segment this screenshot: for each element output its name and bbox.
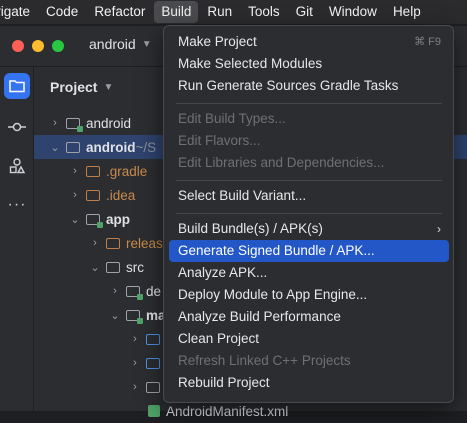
chevron-right-icon: › bbox=[73, 189, 77, 201]
folder-icon bbox=[86, 165, 100, 177]
build-menu-dropdown: Make Project ⌘ F9 Make Selected Modules … bbox=[163, 25, 454, 403]
menu-item-edit-build-types: Edit Build Types... bbox=[178, 111, 286, 126]
more-tools-button[interactable]: ··· bbox=[4, 192, 30, 218]
chevron-right-icon: › bbox=[133, 357, 137, 369]
menu-navigate[interactable]: vigate bbox=[0, 1, 37, 23]
menu-git[interactable]: Git bbox=[289, 1, 320, 23]
chevron-right-icon: › bbox=[93, 237, 97, 249]
minimize-window-button[interactable] bbox=[32, 40, 44, 52]
chevron-down-icon: ⌄ bbox=[50, 141, 60, 154]
menu-run[interactable]: Run bbox=[200, 1, 239, 23]
menu-help[interactable]: Help bbox=[386, 1, 428, 23]
menu-item-make-selected-modules[interactable]: Make Selected Modules bbox=[169, 53, 449, 75]
chevron-right-icon: › bbox=[113, 285, 117, 297]
ellipsis-icon: ··· bbox=[7, 196, 27, 213]
menu-item-make-project[interactable]: Make Project ⌘ F9 bbox=[169, 31, 449, 53]
chevron-down-icon: ⌄ bbox=[90, 261, 100, 274]
menu-build[interactable]: Build bbox=[154, 1, 199, 23]
menu-item-edit-flavors: Edit Flavors... bbox=[178, 133, 261, 148]
folder-icon bbox=[106, 261, 120, 273]
resource-manager-button[interactable] bbox=[4, 153, 30, 179]
close-window-button[interactable] bbox=[12, 40, 24, 52]
menu-item-refresh-cpp-projects: Refresh Linked C++ Projects bbox=[178, 353, 351, 368]
folder-icon bbox=[126, 285, 143, 300]
project-panel-header[interactable]: Project ▼ bbox=[50, 79, 113, 95]
chevron-down-icon: ▼ bbox=[103, 81, 114, 93]
folder-icon bbox=[146, 357, 160, 369]
tool-window-strip: ··· bbox=[0, 67, 34, 411]
menu-code[interactable]: Code bbox=[39, 1, 85, 23]
menu-item-deploy-to-app-engine[interactable]: Deploy Module to App Engine... bbox=[169, 284, 449, 306]
folder-icon bbox=[106, 237, 120, 249]
project-switcher[interactable]: android ▼ bbox=[89, 36, 152, 52]
zoom-window-button[interactable] bbox=[52, 40, 64, 52]
menu-tools[interactable]: Tools bbox=[241, 1, 287, 23]
shapes-icon bbox=[9, 158, 25, 174]
menu-item-build-bundles-apks[interactable]: Build Bundle(s) / APK(s) › bbox=[169, 218, 449, 240]
menu-item-generate-signed-bundle[interactable]: Generate Signed Bundle / APK... bbox=[169, 240, 449, 262]
folder-icon bbox=[126, 309, 143, 324]
project-name: android bbox=[89, 36, 136, 52]
shortcut-label: ⌘ F9 bbox=[414, 36, 441, 48]
chevron-right-icon: › bbox=[133, 333, 137, 345]
menu-item-analyze-build-performance[interactable]: Analyze Build Performance bbox=[169, 306, 449, 328]
menu-refactor[interactable]: Refactor bbox=[87, 1, 152, 23]
menu-item-clean-project[interactable]: Clean Project bbox=[169, 328, 449, 350]
project-tool-button[interactable] bbox=[4, 73, 30, 99]
chevron-right-icon: › bbox=[437, 222, 441, 236]
menu-window[interactable]: Window bbox=[322, 1, 384, 23]
menu-item-rebuild-project[interactable]: Rebuild Project bbox=[169, 372, 449, 394]
folder-icon bbox=[146, 381, 160, 393]
menu-item-analyze-apk[interactable]: Analyze APK... bbox=[169, 262, 449, 284]
menu-bar: vigate Code Refactor Build Run Tools Git… bbox=[0, 0, 467, 24]
folder-icon bbox=[9, 80, 25, 93]
chevron-right-icon: › bbox=[53, 117, 57, 129]
commit-tool-button[interactable] bbox=[4, 114, 30, 140]
chevron-right-icon: › bbox=[133, 381, 137, 393]
chevron-right-icon: › bbox=[73, 165, 77, 177]
menu-separator bbox=[176, 103, 442, 104]
folder-icon bbox=[86, 189, 100, 201]
chevron-down-icon: ▼ bbox=[141, 38, 152, 50]
menu-item-edit-libraries: Edit Libraries and Dependencies... bbox=[178, 155, 385, 170]
menu-separator bbox=[176, 180, 442, 181]
chevron-down-icon: ⌄ bbox=[70, 213, 80, 226]
chevron-down-icon: ⌄ bbox=[110, 309, 120, 322]
menu-item-select-build-variant[interactable]: Select Build Variant... bbox=[169, 185, 449, 207]
panel-title: Project bbox=[50, 79, 98, 95]
module-icon bbox=[86, 213, 103, 228]
folder-icon bbox=[146, 333, 160, 345]
manifest-file-icon bbox=[148, 405, 160, 417]
module-icon bbox=[66, 141, 80, 153]
menu-separator bbox=[176, 213, 442, 214]
module-icon bbox=[66, 117, 83, 132]
menu-item-run-generate-sources[interactable]: Run Generate Sources Gradle Tasks bbox=[169, 75, 449, 97]
commit-icon bbox=[8, 122, 26, 132]
